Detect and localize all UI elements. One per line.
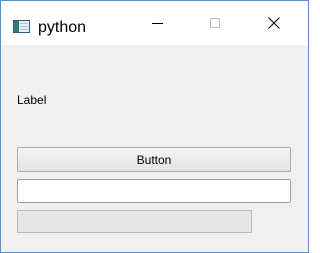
close-button[interactable] <box>251 1 297 45</box>
push-button[interactable]: Button <box>17 147 291 172</box>
minimize-button[interactable] <box>134 1 180 45</box>
window-icon[interactable] <box>13 20 30 33</box>
label: Label <box>17 93 47 107</box>
close-icon <box>268 17 280 29</box>
app-window: python Label Button <box>0 0 309 253</box>
minimize-icon <box>151 22 163 24</box>
window-title: python <box>38 19 87 36</box>
maximize-icon <box>210 18 220 28</box>
maximize-button[interactable] <box>192 1 238 45</box>
title-bar[interactable]: python <box>1 1 308 45</box>
progress-bar <box>17 210 252 233</box>
line-edit[interactable] <box>17 179 291 203</box>
